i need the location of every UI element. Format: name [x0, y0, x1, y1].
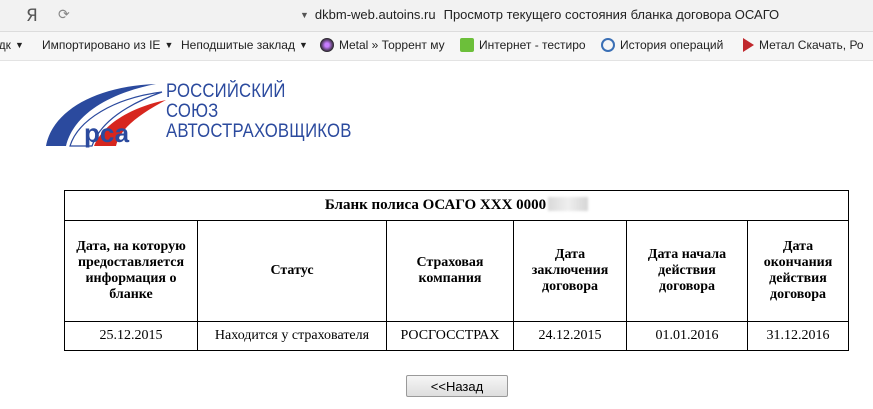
- bookmark-metal[interactable]: Metal » Торрент му: [320, 38, 445, 52]
- cell-company: РОСГОССТРАХ: [386, 321, 514, 351]
- yandex-logo[interactable]: Я: [26, 6, 38, 26]
- dropdown-arrow-icon[interactable]: ▼: [300, 10, 309, 20]
- bookmark-folder-unsorted[interactable]: Неподшитые заклад ▼: [181, 38, 308, 52]
- cell-status: Находится у страхователя: [197, 321, 387, 351]
- back-button[interactable]: <<Назад: [406, 375, 508, 397]
- reload-icon[interactable]: ⟳: [58, 6, 74, 22]
- col-status: Статус: [197, 220, 387, 322]
- redacted-number: [548, 197, 589, 211]
- table-row: 25.12.2015 Находится у страхователя РОСГ…: [64, 321, 849, 351]
- bookmarks-bar: адк▼ Импортировано из IE▼ Неподшитые зак…: [0, 32, 873, 61]
- address-bar[interactable]: ▼ dkbm-web.autoins.ru Просмотр текущего со…: [300, 7, 779, 22]
- browser-toolbar: Я ⟳ ▼ dkbm-web.autoins.ru Просмотр текущег…: [0, 0, 873, 32]
- internet-test-icon: [460, 38, 474, 52]
- bookmark-folder-imported[interactable]: Импортировано из IE ▼: [42, 38, 173, 52]
- chevron-down-icon: ▼: [14, 40, 24, 50]
- col-info-date: Дата, на которую предоставляется информа…: [64, 220, 198, 322]
- table-caption: Бланк полиса ОСАГО ХХХ 0000: [64, 190, 849, 221]
- bookmark-internet-test[interactable]: Интернет - тестиро: [460, 38, 586, 52]
- url-text: dkbm-web.autoins.ru: [314, 7, 436, 22]
- col-end-date: Дата окончания действия договора: [747, 220, 849, 322]
- logo-text: РОССИЙСКИЙ СОЮЗ АВТОСТРАХОВЩИКОВ: [166, 81, 352, 142]
- logo-abbr: рса: [84, 118, 130, 148]
- cell-contract-date: 24.12.2015: [513, 321, 627, 351]
- metal-icon: [320, 38, 334, 52]
- chevron-down-icon: ▼: [164, 40, 174, 50]
- table-header-row: Дата, на которую предоставляется информа…: [64, 220, 849, 322]
- col-company: Страховая компания: [386, 220, 514, 322]
- page-title: Просмотр текущего состояния бланка догов…: [443, 7, 780, 22]
- chevron-down-icon: ▼: [298, 40, 308, 50]
- cell-end-date: 31.12.2016: [747, 321, 849, 351]
- bookmark-metal-download[interactable]: Метал Скачать, Ро: [743, 38, 864, 52]
- cell-start-date: 01.01.2016: [626, 321, 748, 351]
- bookmark-folder-1[interactable]: адк▼: [0, 38, 24, 52]
- col-start-date: Дата начала действия договора: [626, 220, 748, 322]
- cell-info-date: 25.12.2015: [64, 321, 198, 351]
- play-icon: [743, 38, 754, 52]
- history-icon: [601, 38, 615, 52]
- policy-table: Бланк полиса ОСАГО ХХХ 0000 Дата, на кот…: [64, 190, 849, 351]
- bookmark-history[interactable]: История операций: [601, 38, 723, 52]
- col-contract-date: Дата заключения договора: [513, 220, 627, 322]
